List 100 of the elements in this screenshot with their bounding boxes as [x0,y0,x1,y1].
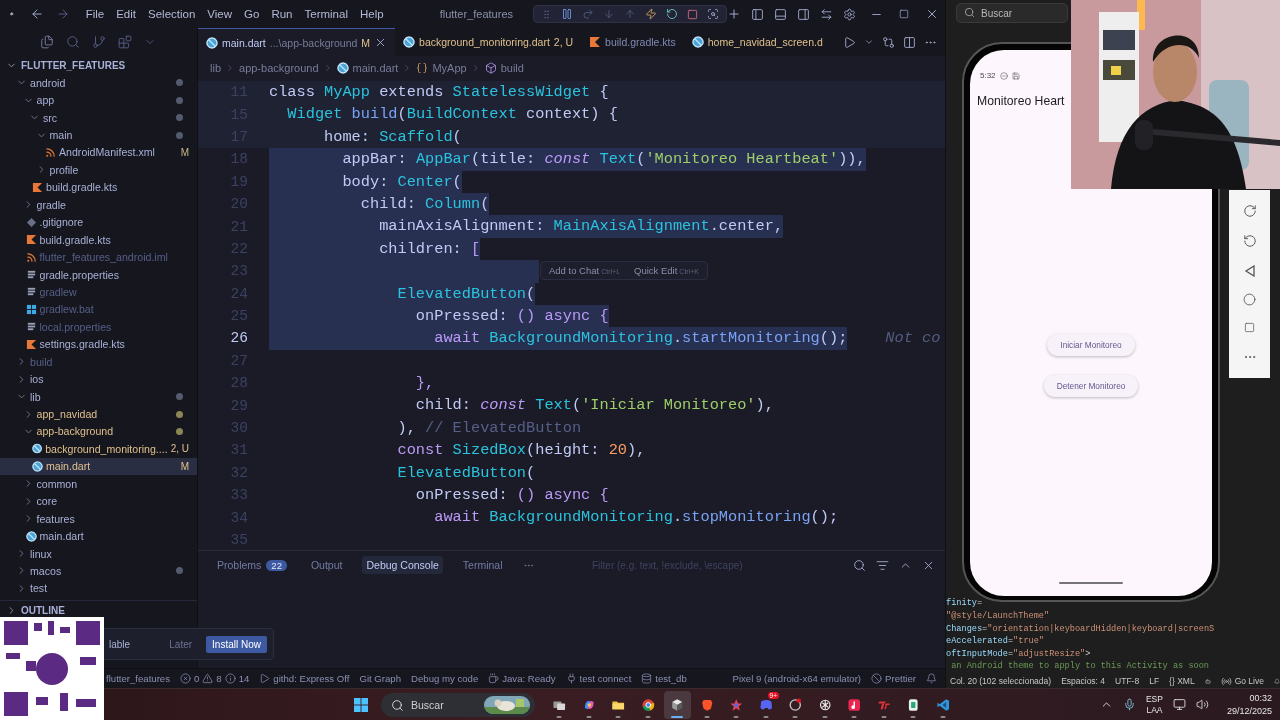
type-name: MainAxisAlignment [553,216,710,238]
keyword: await [433,507,482,529]
status-item[interactable]: Java: Ready [488,673,556,684]
status-item[interactable]: Git Graph [359,673,402,684]
status-item[interactable]: UTF-8 [1115,676,1140,686]
panel-tab[interactable]: Terminal [458,556,507,574]
status-item[interactable]: githd: Express Off [259,673,350,684]
menu-item[interactable]: Selection [142,8,202,20]
menu-item[interactable]: View [201,8,239,20]
type-name: Widget [286,104,343,126]
line-number: 33 [229,487,248,504]
explorer-section-header[interactable]: FLUTTER_FEATURES [0,56,197,74]
editor-tab[interactable]: build.gradle.kts [581,28,684,56]
tree-item[interactable]: android [0,74,197,92]
code-text: mainAxisAlignment: [378,216,546,238]
tree-item[interactable]: macos [0,562,197,580]
tree-item[interactable]: common [0,475,197,493]
status-item[interactable]: {} XML [1169,676,1195,686]
editor-tab[interactable]: background_monitoring.dart 2, U [395,28,582,56]
code-comment: an Android theme to apply to this Activity as soon [950,660,1209,673]
code-text: ( [571,395,582,417]
status-item[interactable]: Debug my code [411,673,479,684]
status-item[interactable]: test_db [641,673,687,684]
status-item[interactable]: Go Live [1220,675,1264,687]
editor-tab[interactable]: home_navidad_screen.d [683,28,831,56]
line-number: 26 [229,330,248,347]
window-title: flutter_features [439,8,513,20]
code-text: > [1085,647,1091,661]
menu-item[interactable]: Run [265,8,299,20]
tree-item[interactable]: test [0,579,197,598]
status-item[interactable]: LF [1149,676,1160,686]
code-text: body: [341,171,390,193]
breadcrumb[interactable]: main.dart [336,62,399,74]
breadcrumb[interactable]: build [484,62,524,74]
breadcrumb[interactable]: MyApp [416,62,467,74]
line-number: 19 [229,173,248,190]
editor-tab[interactable]: main.dart ...\app-background M [198,28,396,56]
function-name: startMonitoring [682,328,820,350]
breadcrumb[interactable]: app-background [239,62,319,74]
panel-tab[interactable]: Debug Console [362,556,443,574]
type-name: Scaffold [379,126,453,148]
search-field[interactable]: Buscar [956,3,1068,23]
notification-message: lable [109,638,132,650]
tree-item[interactable]: main.dart M [0,457,197,476]
type-name: ElevatedButton [396,462,527,484]
tree-item[interactable]: AndroidManifest.xml M [0,143,197,162]
tree-item[interactable]: profile [0,161,197,179]
status-item[interactable]: Pixel 9 (android-x64 emulator) [732,673,862,684]
tree-item[interactable]: background_monitoring.... 2, U [0,440,197,458]
status-item[interactable]: flutter_features [106,673,170,684]
elevated-button[interactable]: Iniciar Monitoreo [1047,333,1135,356]
panel-tab[interactable]: Problems 22 [213,556,291,574]
tree-item[interactable]: ios [0,370,197,388]
code-text: ( [452,126,462,148]
tree-item[interactable]: lib [0,387,197,406]
tree-item[interactable]: gradle [0,196,197,214]
breadcrumb[interactable]: lib [210,62,221,74]
tree-item[interactable]: build.gradle.kts [0,178,197,197]
problems-status[interactable]: 0 8 14 [180,673,250,684]
notification-button[interactable]: Install Now [206,635,267,653]
tree-item[interactable]: core [0,492,197,510]
code-text: (title: [470,149,537,171]
notification-button[interactable]: Later [163,635,199,653]
tree-item[interactable]: linux [0,544,197,563]
line-number: 34 [229,509,248,526]
menu-item[interactable]: File [79,8,111,20]
tree-item[interactable]: gradle.properties [0,265,197,284]
clock[interactable]: 00:32 29/12/2025 [1226,691,1272,718]
tree-item[interactable]: .gitignore [0,213,197,231]
tree-item[interactable]: app [0,91,197,109]
tree-item[interactable]: main.dart [0,527,197,545]
tree-item[interactable]: src [0,108,197,127]
tree-item[interactable]: settings.gradle.kts [0,335,197,353]
tree-item[interactable]: main [0,126,197,144]
type-name: Text [599,149,637,171]
status-item[interactable]: Espacios: 4 [1061,676,1106,686]
input-language[interactable]: ESP LAA [1145,693,1163,716]
panel-tab[interactable]: Output [306,556,347,574]
tree-item[interactable]: app-background [0,422,197,441]
status-item[interactable]: test connect [565,673,632,684]
type-name: ElevatedButton [396,283,527,305]
code-text: . [672,328,683,350]
menu-item[interactable]: Terminal [298,8,354,20]
menu-item[interactable]: Go [238,8,266,20]
code-text: = [982,622,988,636]
type-name: StatelessWidget [452,82,591,103]
code-text: (height: [526,440,601,462]
keyword: [ [470,238,481,260]
tree-item[interactable]: features [0,509,197,528]
status-item[interactable]: Col. 20 (102 seleccionada) [950,676,1052,686]
menu-item[interactable]: Edit [110,8,142,20]
status-item[interactable]: Prettier [871,673,916,684]
line-number: 24 [229,285,248,302]
line-number: 22 [229,240,248,257]
tree-item[interactable]: build.gradle.kts [0,230,197,249]
menu-item[interactable]: Help [353,8,390,20]
line-number: 20 [229,196,248,213]
function-name: build [350,104,398,126]
elevated-button[interactable]: Detener Monitoreo [1043,374,1139,397]
tree-item[interactable]: app_navidad [0,405,197,423]
